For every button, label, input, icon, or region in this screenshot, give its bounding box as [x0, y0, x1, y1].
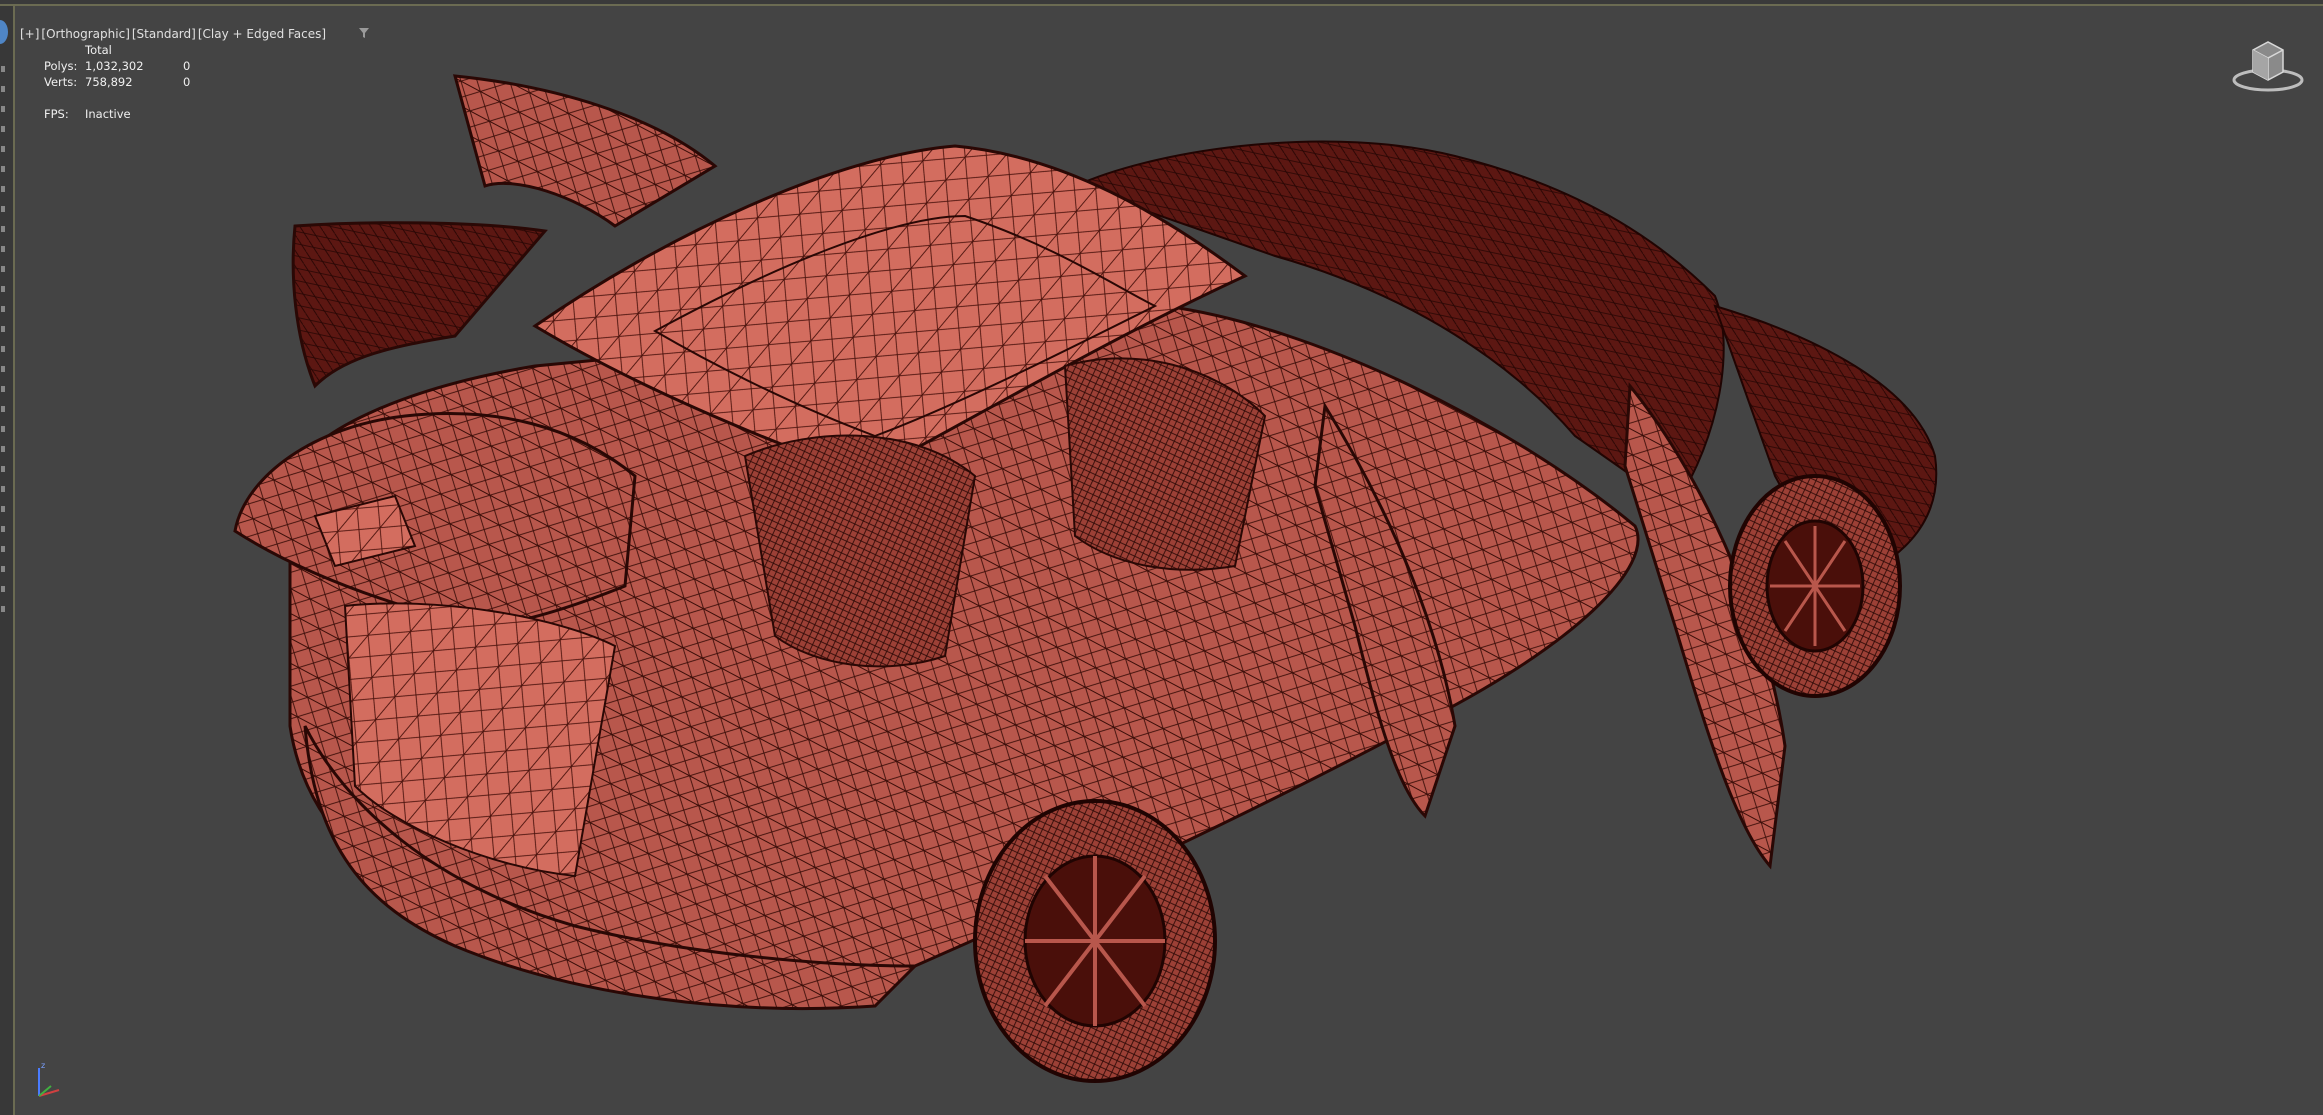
- rear-wheel: [973, 799, 1217, 1083]
- stats-fps-label: FPS:: [44, 107, 69, 121]
- stats-fps-value: Inactive: [85, 107, 131, 121]
- stats-polys-label: Polys:: [44, 59, 78, 73]
- stats-polys-selected: 0: [183, 59, 191, 73]
- toolbar-mark[interactable]: [1, 286, 5, 292]
- stats-total-header: Total: [85, 43, 112, 57]
- viewport-shading-menu[interactable]: [Clay + Edged Faces]: [198, 27, 326, 41]
- toolbar-mark[interactable]: [1, 346, 5, 352]
- left-toolbar-strip: [0, 6, 15, 1115]
- toolbar-mark[interactable]: [1, 146, 5, 152]
- car-wireframe-model[interactable]: [15, 6, 2323, 1115]
- viewport-point-of-view-menu[interactable]: [Orthographic]: [41, 27, 129, 41]
- toolbar-mark[interactable]: [1, 566, 5, 572]
- svg-text:z: z: [41, 1061, 45, 1070]
- toolbar-mark[interactable]: [1, 306, 5, 312]
- toolbar-mark[interactable]: [1, 246, 5, 252]
- stats-polys-total: 1,032,302: [85, 59, 144, 73]
- toolbar-mark[interactable]: [1, 466, 5, 472]
- toolbar-mark[interactable]: [1, 166, 5, 172]
- filter-funnel-icon[interactable]: [336, 13, 369, 55]
- toolbar-mark[interactable]: [1, 66, 5, 72]
- toolbar-mark[interactable]: [1, 406, 5, 412]
- viewport-plus-menu[interactable]: [+]: [20, 27, 39, 41]
- toolbar-mark[interactable]: [1, 526, 5, 532]
- stats-verts-label: Verts:: [44, 75, 78, 89]
- toolbar-mark[interactable]: [1, 226, 5, 232]
- toolbar-mark[interactable]: [1, 266, 5, 272]
- toolbar-mark[interactable]: [1, 186, 5, 192]
- toolbar-mark[interactable]: [1, 326, 5, 332]
- stats-verts-selected: 0: [183, 75, 191, 89]
- toolbar-mark[interactable]: [1, 446, 5, 452]
- axis-tripod-icon: z: [29, 1056, 69, 1110]
- front-wheel: [1728, 474, 1902, 698]
- toolbar-mark[interactable]: [1, 106, 5, 112]
- scene-explorer-toggle-icon[interactable]: [0, 20, 8, 44]
- toolbar-mark[interactable]: [1, 606, 5, 612]
- toolbar-mark[interactable]: [1, 126, 5, 132]
- toolbar-mark[interactable]: [1, 546, 5, 552]
- toolbar-mark[interactable]: [1, 506, 5, 512]
- stats-verts-total: 758,892: [85, 75, 133, 89]
- viewport-standard-menu[interactable]: [Standard]: [132, 27, 196, 41]
- viewcube-icon[interactable]: [2231, 34, 2305, 102]
- toolbar-mark[interactable]: [1, 386, 5, 392]
- toolbar-mark[interactable]: [1, 426, 5, 432]
- perspective-viewport[interactable]: [+] [Orthographic] [Standard] [Clay + Ed…: [15, 6, 2323, 1115]
- viewport-label-menu[interactable]: [+] [Orthographic] [Standard] [Clay + Ed…: [20, 13, 369, 55]
- toolbar-mark[interactable]: [1, 486, 5, 492]
- toolbar-mark[interactable]: [1, 206, 5, 212]
- toolbar-mark[interactable]: [1, 86, 5, 92]
- toolbar-mark[interactable]: [1, 366, 5, 372]
- toolbar-mark[interactable]: [1, 586, 5, 592]
